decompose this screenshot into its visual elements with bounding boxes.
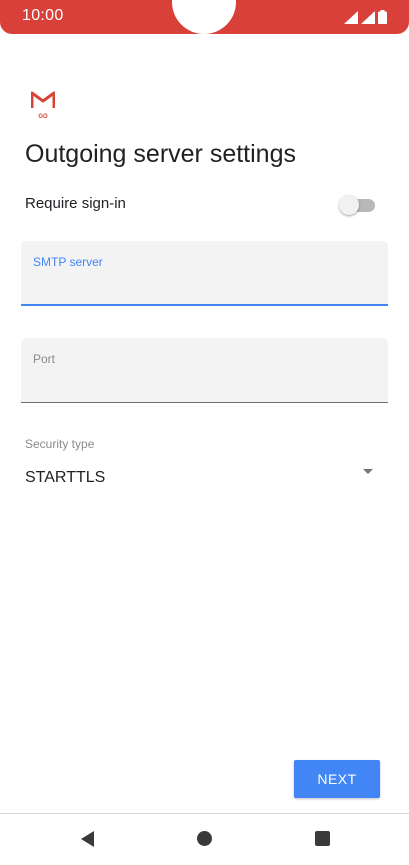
gmail-go-logo-icon: GO [30, 90, 56, 120]
cell-signal-icon [361, 11, 375, 24]
recent-apps-icon[interactable] [315, 831, 330, 846]
security-type-dropdown[interactable]: STARTTLS [25, 465, 377, 491]
battery-icon [378, 10, 387, 24]
require-signin-toggle[interactable] [339, 195, 375, 215]
wifi-signal-icon [344, 11, 358, 24]
smtp-server-label: SMTP server [33, 255, 103, 269]
status-time: 10:00 [22, 7, 64, 24]
port-field[interactable]: Port [21, 338, 388, 403]
navigation-bar [0, 813, 409, 865]
status-bar: 10:00 [0, 0, 409, 34]
smtp-server-field[interactable]: SMTP server [21, 241, 388, 306]
toggle-thumb [339, 195, 359, 215]
security-type-label: Security type [25, 437, 95, 451]
port-label: Port [33, 352, 56, 366]
back-icon[interactable] [80, 830, 95, 848]
next-button[interactable]: NEXT [294, 760, 380, 798]
page-title: Outgoing server settings [25, 140, 296, 168]
require-signin-label: Require sign-in [25, 195, 126, 212]
dropdown-arrow-icon [363, 469, 373, 474]
camera-notch [172, 0, 236, 34]
home-icon[interactable] [197, 831, 212, 846]
security-type-value: STARTTLS [25, 469, 106, 486]
logo-go-text: GO [38, 114, 48, 120]
require-signin-row[interactable]: Require sign-in [25, 193, 375, 217]
status-icons [344, 10, 387, 24]
